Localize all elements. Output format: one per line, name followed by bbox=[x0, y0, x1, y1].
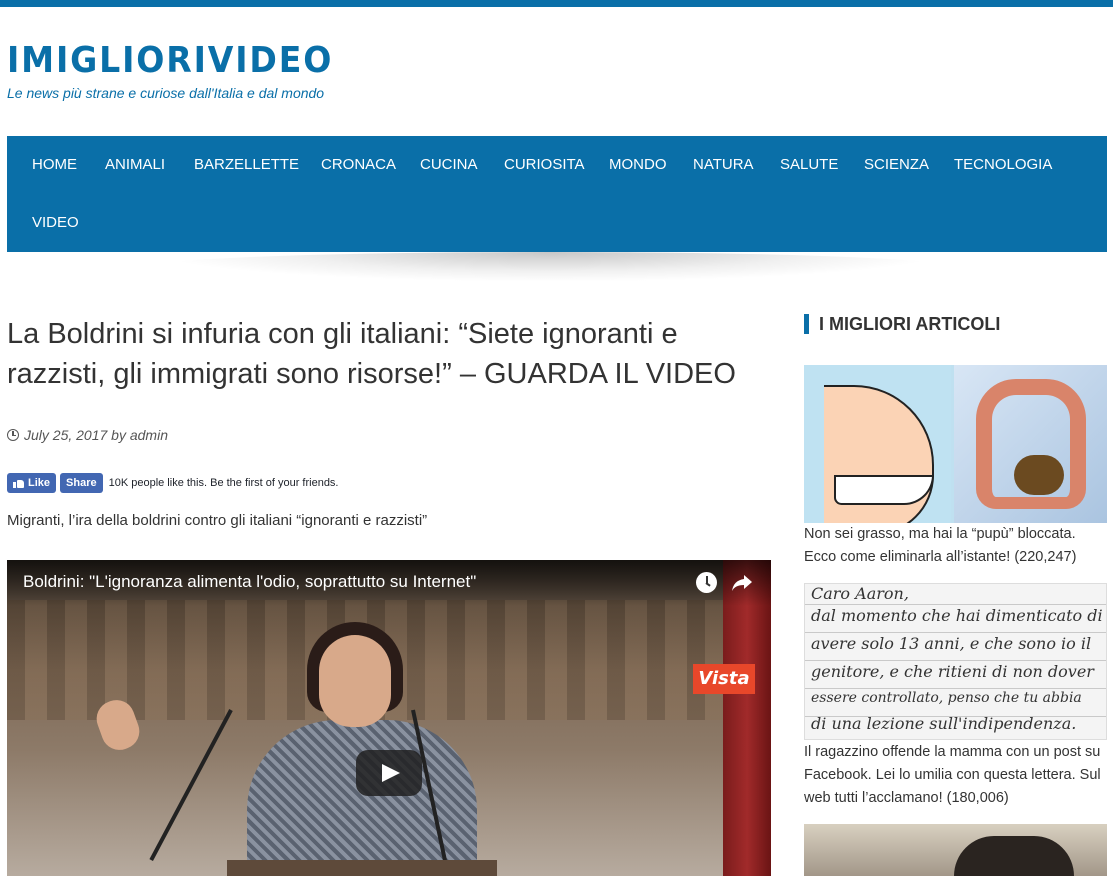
nav-item-tecnologia[interactable]: TECNOLOGIA bbox=[954, 136, 1052, 194]
lectern bbox=[227, 860, 497, 876]
letter-line: essere controllato, penso che tu abbia bbox=[811, 690, 1082, 706]
post-date-author: July 25, 2017 by admin bbox=[24, 427, 168, 443]
nav-item-video[interactable]: VIDEO bbox=[32, 194, 79, 252]
facebook-share-button[interactable]: Share bbox=[60, 473, 103, 493]
facebook-like-button[interactable]: Like bbox=[7, 473, 57, 493]
letter-line: dal momento che hai dimenticato di bbox=[811, 606, 1103, 625]
blockage-shape bbox=[1014, 455, 1064, 495]
nav-shadow bbox=[150, 252, 950, 282]
video-player[interactable]: Boldrini: "L'ignoranza alimenta l'odio, … bbox=[7, 560, 771, 876]
letter-line: genitore, e che ritieni di non dover bbox=[811, 662, 1094, 681]
sidebar-heading: I MIGLIORI ARTICOLI bbox=[804, 314, 1000, 334]
site-title[interactable]: IMIGLIORIVIDEO bbox=[7, 40, 333, 81]
top-accent-bar bbox=[0, 0, 1113, 7]
video-title[interactable]: Boldrini: "L'ignoranza alimenta l'odio, … bbox=[23, 572, 476, 592]
letter-line: Caro Aaron, bbox=[811, 584, 909, 603]
thumbs-up-icon bbox=[13, 478, 24, 488]
article-caption-2[interactable]: Il ragazzino offende la mamma con un pos… bbox=[804, 741, 1110, 810]
vista-logo: Vista bbox=[693, 664, 755, 694]
article-caption-1[interactable]: Non sei grasso, ma hai la “pupù” bloccat… bbox=[804, 523, 1110, 569]
nav-item-barzellette[interactable]: BARZELLETTE bbox=[194, 136, 299, 194]
thumbnail-figure bbox=[954, 836, 1074, 876]
site-tagline: Le news più strane e curiose dall'Italia… bbox=[7, 85, 325, 101]
nav-item-salute[interactable]: SALUTE bbox=[780, 136, 838, 194]
nav-item-mondo[interactable]: MONDO bbox=[609, 136, 667, 194]
clock-icon bbox=[7, 429, 19, 441]
facebook-social-text: 10K people like this. Be the first of yo… bbox=[108, 477, 339, 489]
article-thumbnail-1[interactable] bbox=[804, 365, 1107, 523]
share-label: Share bbox=[66, 477, 97, 489]
article-thumbnail-3[interactable] bbox=[804, 824, 1107, 876]
nav-item-natura[interactable]: NATURA bbox=[693, 136, 754, 194]
nav-item-curiosita[interactable]: CURIOSITA bbox=[504, 136, 585, 194]
watch-later-icon[interactable] bbox=[696, 572, 717, 593]
post-meta: July 25, 2017 by admin bbox=[7, 427, 168, 443]
nav-item-home[interactable]: HOME bbox=[32, 136, 77, 194]
post-intro: Migranti, l’ira della boldrini contro gl… bbox=[7, 512, 428, 529]
nav-item-animali[interactable]: ANIMALI bbox=[105, 136, 165, 194]
ruled-line bbox=[805, 604, 1106, 605]
speaker-head bbox=[319, 635, 391, 727]
ruled-line bbox=[805, 632, 1106, 633]
article-thumbnail-2[interactable]: Caro Aaron, dal momento che hai dimentic… bbox=[804, 583, 1107, 740]
nav-item-scienza[interactable]: SCIENZA bbox=[864, 136, 929, 194]
like-label: Like bbox=[28, 477, 51, 489]
letter-line: di una lezione sull'indipendenza. bbox=[811, 714, 1077, 733]
video-curtain bbox=[723, 560, 771, 876]
share-icon[interactable] bbox=[731, 573, 753, 593]
colon-illustration bbox=[954, 365, 1107, 523]
facebook-social-bar: Like Share 10K people like this. Be the … bbox=[7, 473, 339, 493]
play-icon[interactable] bbox=[356, 750, 422, 796]
belly-illustration bbox=[804, 365, 951, 523]
nav-item-cucina[interactable]: CUCINA bbox=[420, 136, 478, 194]
ruled-line bbox=[805, 660, 1106, 661]
main-nav: HOME ANIMALI BARZELLETTE CRONACA CUCINA … bbox=[7, 136, 1107, 252]
underwear-shape bbox=[834, 475, 934, 505]
letter-line: avere solo 13 anni, e che sono io il bbox=[811, 634, 1092, 653]
nav-item-cronaca[interactable]: CRONACA bbox=[321, 136, 396, 194]
ruled-line bbox=[805, 688, 1106, 689]
post-title: La Boldrini si infuria con gli italiani:… bbox=[7, 318, 736, 390]
